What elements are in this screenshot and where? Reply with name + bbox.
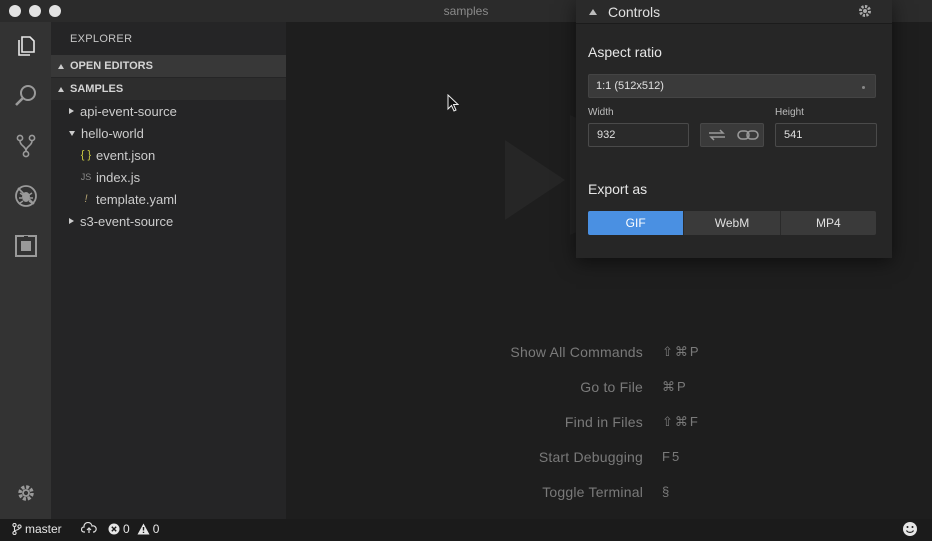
- problems-status[interactable]: 0 0: [108, 522, 159, 536]
- dimension-tools: [700, 123, 764, 147]
- link-dimensions-icon[interactable]: [732, 124, 763, 146]
- tree-item-label: index.js: [96, 169, 141, 185]
- height-input[interactable]: 541: [775, 123, 877, 147]
- tree-item-label: event.json: [96, 147, 156, 163]
- swap-dimensions-icon[interactable]: [701, 124, 732, 146]
- controls-settings-gear-icon[interactable]: [857, 3, 873, 24]
- shortcut-start-debugging: F5: [662, 449, 682, 464]
- warning-icon: [137, 523, 150, 535]
- yaml-file-icon: !: [84, 193, 88, 205]
- height-value: 541: [784, 129, 803, 141]
- tree-item-label: s3-event-source: [80, 213, 174, 229]
- extensions-icon[interactable]: [12, 232, 40, 260]
- source-control-icon[interactable]: [12, 132, 40, 160]
- status-bar: master 0 0: [0, 519, 932, 541]
- command-show-all-commands[interactable]: Show All Commands: [510, 344, 643, 360]
- mouse-cursor-icon: [447, 93, 460, 117]
- chevron-up-icon: [589, 9, 597, 15]
- aspect-ratio-label: Aspect ratio: [588, 44, 662, 60]
- sync-status[interactable]: [81, 522, 97, 534]
- json-file-icon: { }: [80, 149, 92, 161]
- aspect-ratio-select[interactable]: 1:1 (512x512): [588, 74, 876, 98]
- format-mp4-button[interactable]: MP4: [780, 211, 876, 235]
- explorer-sidebar: EXPLORER OPEN EDITORS SAMPLES api-event-…: [51, 22, 286, 519]
- chevron-down-icon: [69, 130, 75, 136]
- format-gif-button[interactable]: GIF: [588, 211, 685, 235]
- tree-item-s3-event-source[interactable]: s3-event-source: [51, 210, 286, 232]
- tree-item-template-yaml[interactable]: ! template.yaml: [51, 188, 286, 210]
- shortcut-go-to-file: ⌘P: [662, 379, 688, 394]
- width-label: Width: [588, 107, 614, 118]
- tree-item-event-json[interactable]: { } event.json: [51, 144, 286, 166]
- debug-icon[interactable]: [12, 182, 40, 210]
- tree-item-api-event-source[interactable]: api-event-source: [51, 100, 286, 122]
- width-value: 932: [597, 129, 616, 141]
- chevron-right-icon: [69, 108, 74, 114]
- shortcut-show-all-commands: ⇧⌘P: [662, 344, 701, 359]
- chevron-up-icon: [58, 86, 64, 92]
- git-branch-status[interactable]: master: [12, 522, 62, 536]
- dropdown-caret-icon: [862, 86, 865, 89]
- shortcut-find-in-files: ⇧⌘F: [662, 414, 700, 429]
- js-file-icon: JS: [80, 172, 92, 182]
- sidebar-title: EXPLORER: [70, 33, 133, 45]
- cloud-upload-icon: [81, 522, 97, 533]
- tree-item-label: api-event-source: [80, 103, 177, 119]
- tree-item-index-js[interactable]: JS index.js: [51, 166, 286, 188]
- command-go-to-file[interactable]: Go to File: [580, 379, 643, 395]
- tree-item-label: template.yaml: [96, 191, 177, 207]
- aspect-ratio-value: 1:1 (512x512): [596, 80, 664, 92]
- samples-section-header[interactable]: SAMPLES: [51, 78, 286, 100]
- open-editors-section-header[interactable]: OPEN EDITORS: [51, 55, 286, 77]
- controls-panel: Controls Aspect ratio 1:1 (512x512) Widt…: [576, 0, 892, 258]
- branch-name: master: [25, 522, 62, 536]
- chevron-right-icon: [69, 218, 74, 224]
- tree-item-hello-world[interactable]: hello-world: [51, 122, 286, 144]
- export-as-label: Export as: [588, 181, 648, 197]
- settings-gear-icon[interactable]: [12, 479, 40, 507]
- section-label: SAMPLES: [70, 83, 124, 95]
- git-branch-icon: [12, 523, 22, 535]
- section-label: OPEN EDITORS: [70, 60, 153, 72]
- search-icon[interactable]: [12, 82, 40, 110]
- chevron-up-icon: [58, 63, 64, 69]
- tree-item-label: hello-world: [81, 125, 144, 141]
- error-icon: [108, 523, 120, 535]
- export-format-selector: GIF WebM MP4: [588, 211, 876, 235]
- feedback-smiley-icon[interactable]: [902, 521, 918, 537]
- error-count: 0: [123, 522, 130, 536]
- controls-header[interactable]: Controls: [576, 0, 892, 24]
- command-find-in-files[interactable]: Find in Files: [565, 414, 643, 430]
- warning-count: 0: [152, 522, 160, 536]
- height-label: Height: [775, 107, 804, 118]
- command-toggle-terminal[interactable]: Toggle Terminal: [542, 484, 643, 500]
- format-webm-button[interactable]: WebM: [684, 211, 781, 235]
- command-start-debugging[interactable]: Start Debugging: [539, 449, 643, 465]
- files-icon[interactable]: [12, 32, 40, 60]
- activity-bar: [0, 22, 51, 519]
- controls-title: Controls: [608, 4, 661, 20]
- width-input[interactable]: 932: [588, 123, 689, 147]
- shortcut-toggle-terminal: §: [662, 484, 672, 499]
